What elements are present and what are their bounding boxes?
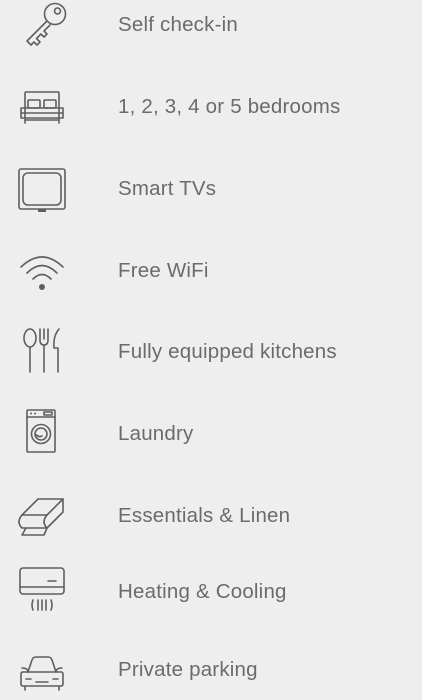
amenity-label: Laundry [118, 422, 194, 445]
amenity-self-check-in: Self check-in [0, 0, 422, 55]
amenity-label: Free WiFi [118, 259, 209, 282]
amenity-list: Self check-in 1, 2, 3, 4 or 5 bedrooms S… [0, 0, 422, 695]
wifi-icon [14, 241, 70, 301]
amenity-essentials-linen: Essentials & Linen [0, 486, 422, 546]
amenity-label: Self check-in [118, 13, 238, 36]
amenity-free-wifi: Free WiFi [0, 241, 422, 301]
folded-linen-icon [14, 486, 70, 546]
amenity-heating-cooling: Heating & Cooling [0, 562, 422, 622]
amenity-label: 1, 2, 3, 4 or 5 bedrooms [118, 95, 341, 118]
key-icon [14, 0, 70, 55]
amenity-label: Heating & Cooling [118, 580, 287, 603]
amenity-label: Smart TVs [118, 177, 217, 200]
tv-icon [14, 159, 70, 219]
amenity-label: Fully equipped kitchens [118, 340, 337, 363]
amenity-bedrooms: 1, 2, 3, 4 or 5 bedrooms [0, 77, 422, 137]
cutlery-icon [14, 322, 70, 382]
amenity-kitchens: Fully equipped kitchens [0, 322, 422, 382]
air-conditioner-icon [14, 562, 70, 622]
amenity-label: Private parking [118, 658, 258, 681]
bed-icon [14, 77, 70, 137]
washing-machine-icon [14, 404, 70, 464]
car-icon [14, 640, 70, 700]
amenity-smart-tvs: Smart TVs [0, 159, 422, 219]
amenity-private-parking: Private parking [0, 640, 422, 700]
amenity-laundry: Laundry [0, 404, 422, 464]
amenity-label: Essentials & Linen [118, 504, 291, 527]
